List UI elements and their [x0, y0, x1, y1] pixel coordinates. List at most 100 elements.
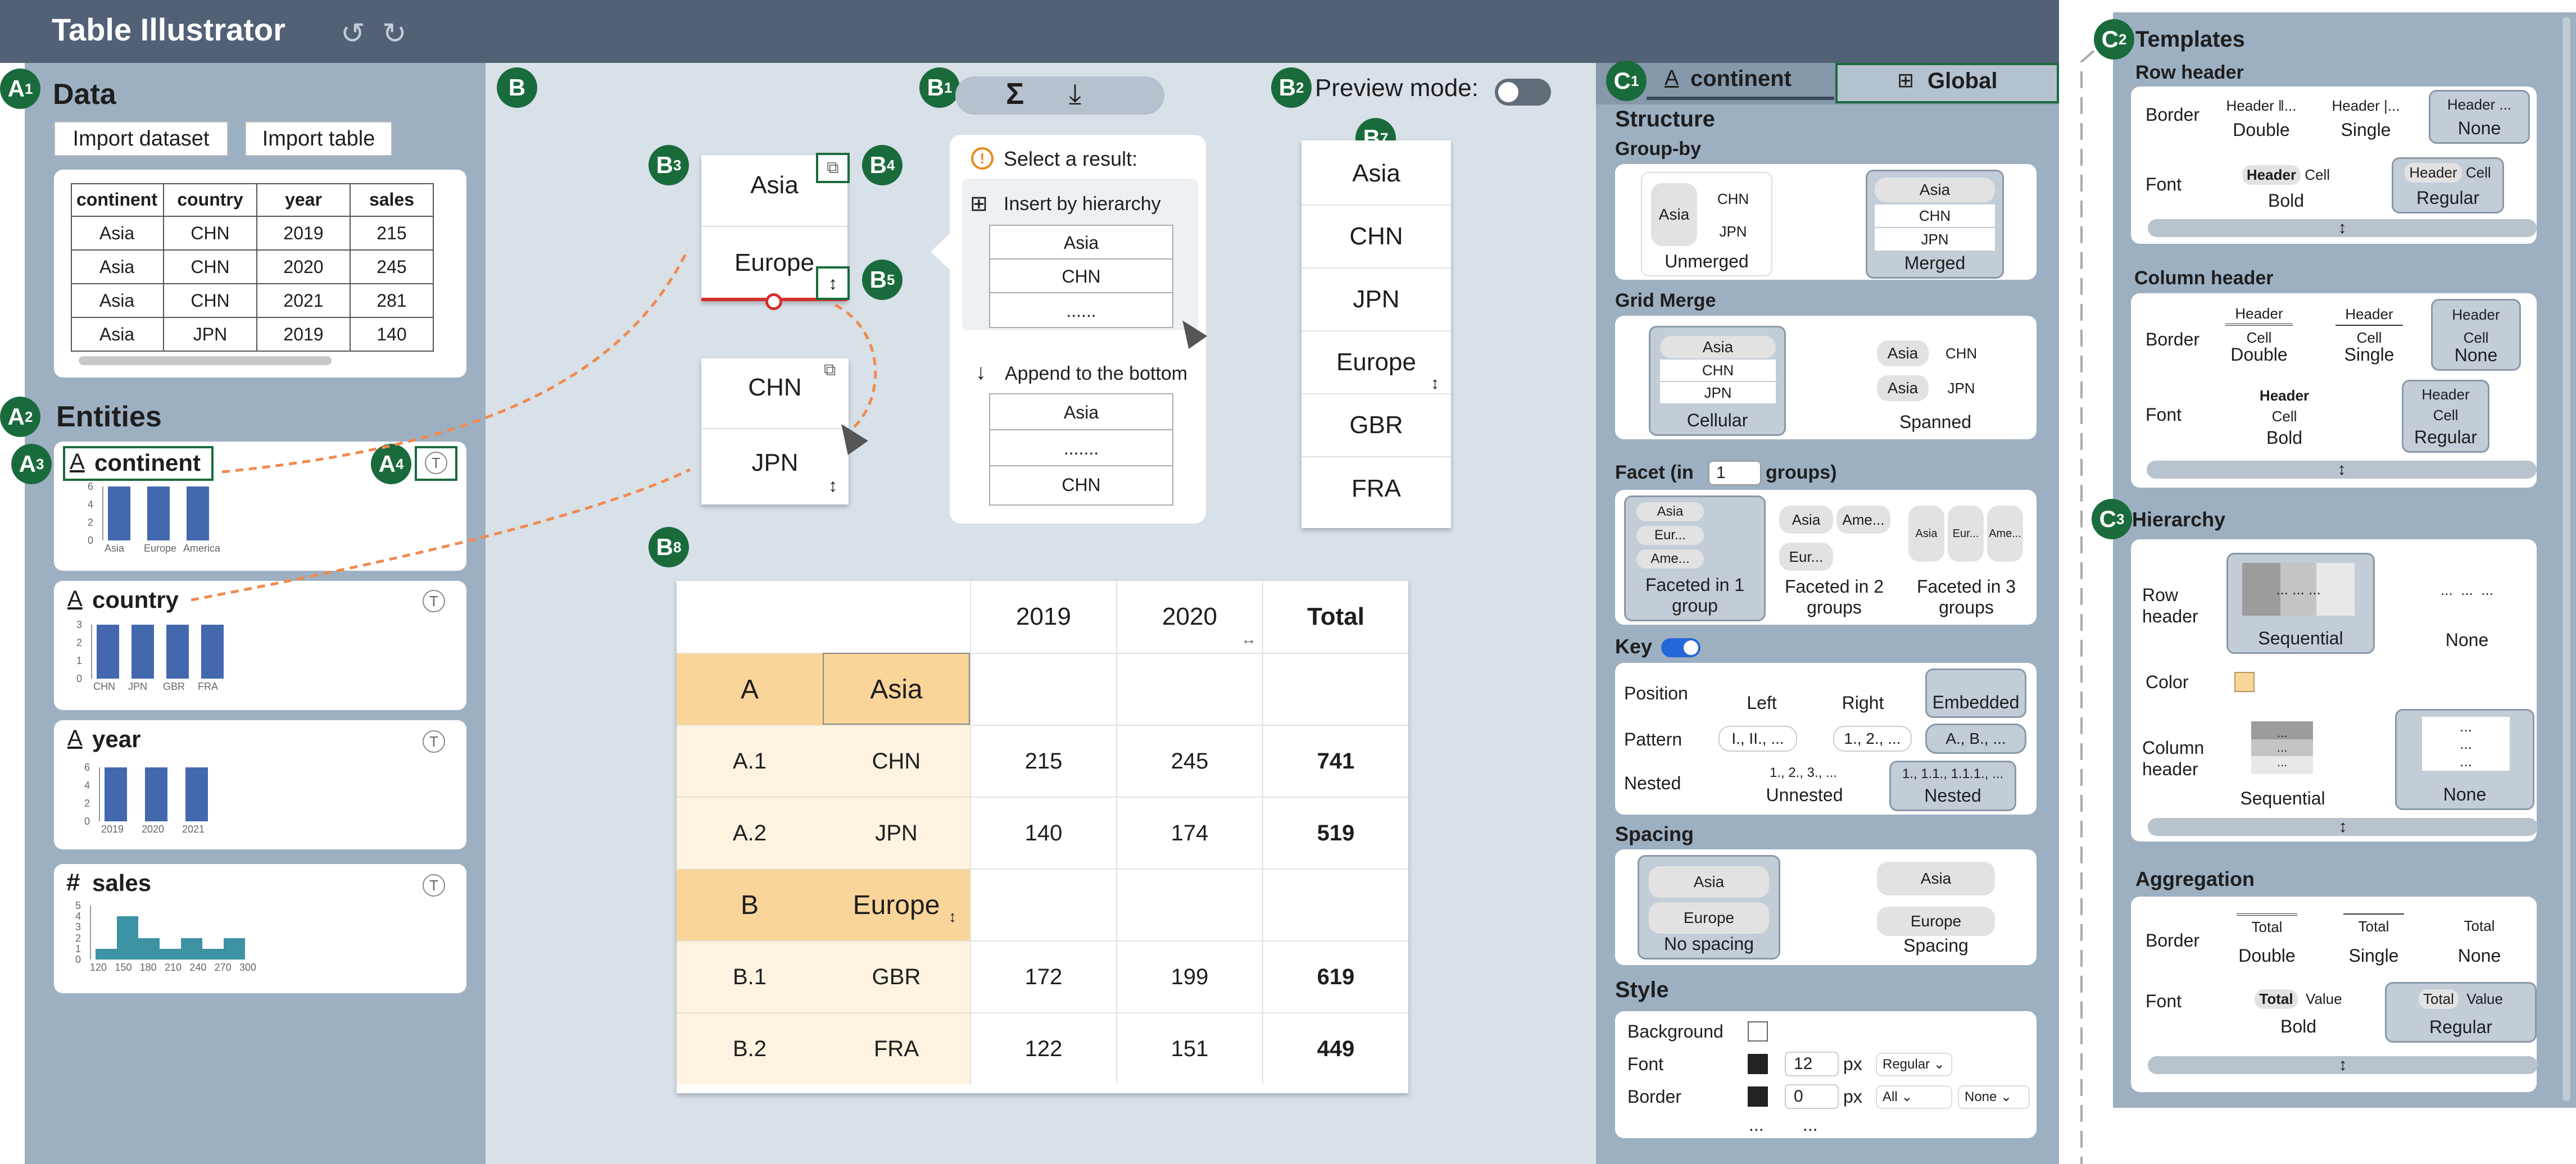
row-header-label: Row header [2142, 585, 2198, 626]
option-pattern-roman[interactable]: I., II., ... [1718, 726, 1797, 752]
resize-icon[interactable]: ↔ [1241, 630, 1257, 648]
toolbar [955, 76, 1164, 115]
mini-cell: CHN [1945, 344, 1978, 362]
aggregation-title: Aggregation [2135, 867, 2255, 890]
key-label: Key [1615, 635, 1653, 658]
border-color-swatch[interactable] [1748, 1086, 1768, 1107]
option-right[interactable]: Right [1821, 670, 1905, 717]
copy-icon[interactable]: ⧉ [816, 153, 850, 183]
hierarchy-icon: ⊞ [970, 192, 988, 216]
preview-cell: Asia [1301, 143, 1451, 206]
value-cell: 245 [1116, 725, 1262, 797]
mini-cell: Cell [2356, 329, 2382, 346]
font-color-swatch[interactable] [1748, 1054, 1768, 1074]
table-header-cell: year [257, 183, 351, 217]
resize-icon[interactable]: ↕ [1431, 374, 1439, 393]
undo-icon[interactable]: ↺ [341, 17, 365, 51]
mini-cell: Eur... [1948, 506, 1984, 562]
option-pattern-number[interactable]: 1., 2., ... [1833, 726, 1912, 752]
text-type-icon: A [1665, 66, 1679, 90]
collapse-handle[interactable]: ↕ [2148, 817, 2538, 836]
key-toggle[interactable] [1661, 638, 1700, 657]
import-dataset-button[interactable]: Import dataset [54, 121, 228, 156]
resize-icon[interactable]: ↕ [949, 908, 956, 926]
option-pattern-letter[interactable]: A., B., ... [1925, 724, 2026, 754]
preview-cell: CHN [1301, 206, 1451, 269]
table-header-cell: country [164, 183, 257, 217]
download-icon[interactable]: ⤓ [1069, 78, 1081, 111]
mini-total: Total [2464, 917, 2495, 934]
mini-cell: Asia [1660, 336, 1776, 358]
mini-cell: JPN [1660, 382, 1776, 403]
table-cell: 2020 [257, 251, 351, 284]
value-cell: 122 [970, 1012, 1116, 1084]
option-label: Insert by hierarchy [1004, 193, 1161, 215]
border-style-select[interactable]: None ⌄ [1958, 1085, 2030, 1109]
key-cell: A.1 [677, 725, 823, 797]
resize-icon[interactable]: ↕ [828, 475, 837, 496]
background-swatch[interactable] [1748, 1021, 1768, 1042]
chart-category-label: 2020 [142, 824, 165, 835]
mini-total: Total Value [2229, 986, 2368, 1011]
entity-name-sales: sales [92, 870, 152, 896]
data-scrollbar[interactable] [79, 356, 332, 365]
mini-cell: JPN [1875, 228, 1995, 251]
type-toggle-icon[interactable]: T [423, 874, 445, 897]
total-cell: 619 [1262, 940, 1408, 1012]
option-left[interactable]: Left [1720, 670, 1804, 717]
redo-icon[interactable]: ↻ [382, 17, 407, 51]
preview-mode-label: Preview mode: [1315, 74, 1479, 102]
templates-scrollbar[interactable] [2563, 17, 2570, 1101]
font-size-input[interactable]: 12 [1785, 1052, 1839, 1076]
table-cell: 245 [351, 251, 434, 284]
collapse-handle[interactable]: ↕ [2148, 1056, 2538, 1074]
border-label: Border [1627, 1086, 1682, 1107]
hierarchy-title: Hierarchy [2132, 508, 2226, 531]
more-dots: ... [1803, 1115, 1818, 1135]
sigma-icon[interactable]: Σ [1006, 76, 1024, 111]
value-cell [1116, 653, 1262, 725]
chart-tick-label: 6 [84, 762, 90, 773]
mini-cell: Asia [1877, 862, 1995, 895]
puzzle-divider [701, 226, 847, 227]
label-cell: FRA [823, 1012, 970, 1084]
border-side-select[interactable]: All ⌄ [1876, 1085, 1952, 1109]
import-table-button[interactable]: Import table [245, 121, 392, 156]
copy-icon[interactable]: ⧉ [824, 361, 836, 380]
preview-mode-toggle[interactable] [1495, 79, 1551, 106]
border-width-input[interactable]: 0 [1785, 1084, 1839, 1109]
background-label: Background [1627, 1021, 1724, 1042]
facet-count-input[interactable]: 1 [1708, 461, 1761, 485]
chart-tick-label: 1 [75, 943, 81, 954]
tag-c1: C1 [1606, 61, 1647, 101]
chart-category-label: 150 [115, 962, 132, 973]
mini-cell: Asia [1908, 506, 1944, 562]
chart-tick-label: 3 [76, 619, 83, 630]
option-embedded[interactable]: Embedded [1925, 669, 2026, 718]
chart-bar [108, 486, 130, 540]
collapse-handle[interactable]: ↕ [2147, 460, 2537, 479]
table-cell: Asia [71, 284, 164, 318]
total-cell: 449 [1262, 1012, 1408, 1084]
chart-category-label: America [183, 543, 221, 554]
type-toggle-icon[interactable]: T [423, 590, 445, 612]
mini-header: Header [2259, 387, 2310, 404]
chart-bar [147, 486, 170, 540]
position-label: Position [1624, 683, 1688, 703]
mini-dots: ......... [2422, 717, 2510, 771]
type-toggle-icon[interactable]: T [423, 730, 445, 753]
color-swatch[interactable] [2234, 672, 2255, 692]
preview-cell: JPN [1301, 269, 1451, 331]
preview-cell: Europe [1301, 331, 1451, 394]
mini-cell: Asia [1649, 866, 1769, 898]
spacing-label: Spacing [1615, 822, 1694, 845]
collapse-handle[interactable]: ↕ [2148, 219, 2537, 237]
total-cell: 741 [1262, 725, 1408, 797]
mini-cell: Asia [1877, 340, 1929, 366]
groupby-label: Group-by [1615, 138, 1701, 160]
tag-b2: B2 [1271, 67, 1312, 108]
resize-icon[interactable]: ↕ [816, 266, 850, 300]
font-weight-select[interactable]: Regular ⌄ [1876, 1053, 1952, 1076]
label-cell: GBR [823, 940, 970, 1012]
type-toggle-icon[interactable]: T [425, 452, 447, 474]
